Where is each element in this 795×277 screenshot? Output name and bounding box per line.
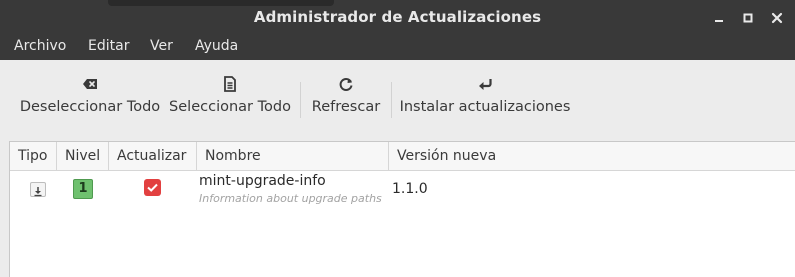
toolbar-separator — [300, 82, 301, 118]
menu-ver[interactable]: Ver — [150, 38, 173, 54]
package-name: mint-upgrade-info — [199, 173, 326, 189]
table-header: Tipo Nivel Actualizar Nombre Versión nue… — [10, 142, 795, 171]
title-bar: Administrador de Actualizaciones — [0, 0, 795, 34]
toolbar: Deseleccionar Todo Seleccionar Todo Refr… — [0, 60, 795, 138]
background-window-tab — [108, 0, 334, 6]
select-all-label: Seleccionar Todo — [169, 99, 291, 115]
document-icon — [224, 76, 236, 92]
deselect-all-button[interactable]: Deseleccionar Todo — [17, 72, 163, 130]
level-badge: 1 — [73, 179, 93, 199]
package-new-version: 1.1.0 — [392, 181, 428, 197]
install-updates-button[interactable]: Instalar actualizaciones — [399, 72, 571, 130]
refresh-icon — [339, 78, 353, 91]
close-icon[interactable] — [768, 9, 786, 27]
select-all-button[interactable]: Seleccionar Todo — [166, 72, 294, 130]
deselect-all-label: Deseleccionar Todo — [19, 99, 161, 115]
column-header-nombre[interactable]: Nombre — [197, 142, 389, 170]
menu-editar[interactable]: Editar — [88, 38, 129, 54]
menu-archivo[interactable]: Archivo — [14, 38, 66, 54]
column-header-nivel[interactable]: Nivel — [57, 142, 109, 170]
maximize-icon[interactable] — [739, 9, 757, 27]
menu-ayuda[interactable]: Ayuda — [195, 38, 238, 54]
toolbar-separator — [391, 82, 392, 118]
refresh-button[interactable]: Refrescar — [309, 72, 383, 130]
package-download-icon — [30, 182, 46, 197]
package-description: Information about upgrade paths — [199, 192, 382, 205]
table-row[interactable]: 1 mint-upgrade-info Information about up… — [10, 171, 795, 211]
updates-table: Tipo Nivel Actualizar Nombre Versión nue… — [9, 141, 795, 277]
update-checkbox[interactable] — [144, 179, 161, 196]
return-arrow-icon — [479, 79, 492, 90]
refresh-label: Refrescar — [311, 99, 381, 115]
check-icon — [147, 183, 158, 192]
column-header-actualizar[interactable]: Actualizar — [109, 142, 197, 170]
backspace-icon — [83, 79, 97, 89]
column-header-tipo[interactable]: Tipo — [10, 142, 57, 170]
install-updates-label: Instalar actualizaciones — [399, 99, 571, 115]
minimize-icon[interactable] — [710, 9, 728, 27]
column-header-version[interactable]: Versión nueva — [389, 142, 795, 170]
menu-bar: Archivo Editar Ver Ayuda — [0, 34, 795, 60]
window-title: Administrador de Actualizaciones — [253, 8, 542, 26]
